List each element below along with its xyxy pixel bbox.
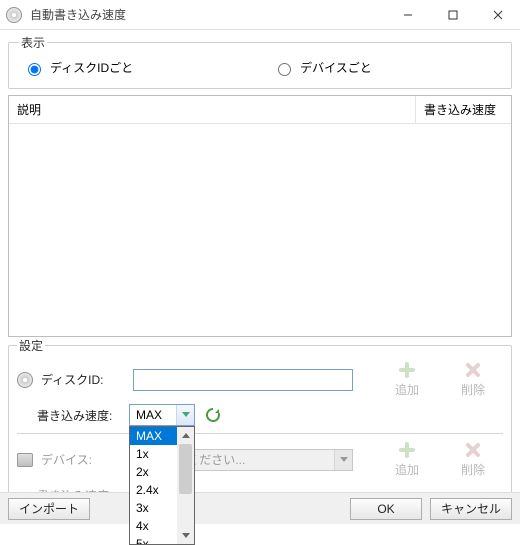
col-write-speed[interactable]: 書き込み速度 <box>416 96 511 123</box>
device-label: デバイス: <box>41 451 127 468</box>
radio-by-device[interactable]: デバイスごと <box>273 59 372 76</box>
list-body <box>9 124 511 336</box>
refresh-icon[interactable] <box>205 407 221 423</box>
dialog-buttons: インポート OK キャンセル <box>0 492 520 524</box>
ok-button[interactable]: OK <box>350 498 422 520</box>
add-button-2[interactable]: 追加 <box>377 441 437 478</box>
chevron-down-icon[interactable] <box>176 405 194 425</box>
speed-list[interactable]: 説明 書き込み速度 <box>8 95 512 337</box>
write-speed-row-1: 書き込み速度: MAX MAX1x2x2.4x3x4x5x <box>17 401 503 429</box>
settings-divider <box>17 433 503 434</box>
disc-id-input[interactable] <box>133 369 353 391</box>
col-description[interactable]: 説明 <box>9 96 416 123</box>
settings-legend: 設定 <box>17 337 45 354</box>
display-legend: 表示 <box>19 34 47 51</box>
drive-icon <box>17 453 33 467</box>
list-header: 説明 書き込み速度 <box>9 96 511 124</box>
app-icon <box>6 7 22 23</box>
chevron-down-icon <box>334 450 352 470</box>
disc-icon <box>17 372 33 388</box>
settings-group: 設定 ディスクID: 追加 削除 書き込み速度: <box>8 337 512 518</box>
add-label-2: 追加 <box>395 461 419 478</box>
cancel-button[interactable]: キャンセル <box>430 498 512 520</box>
dropdown-scrollbar[interactable] <box>177 427 194 544</box>
delete-label-2: 削除 <box>461 461 485 478</box>
scroll-up-icon[interactable] <box>177 427 194 444</box>
window-controls <box>385 0 520 29</box>
write-speed-combo-1[interactable]: MAX <box>129 404 195 426</box>
import-button[interactable]: インポート <box>8 498 90 520</box>
delete-label-1: 削除 <box>461 381 485 398</box>
delete-button-1[interactable]: 削除 <box>443 361 503 398</box>
disc-id-row: ディスクID: 追加 削除 <box>17 358 503 401</box>
write-speed-value-1: MAX <box>130 408 176 422</box>
title-bar: 自動書き込み速度 <box>0 0 520 30</box>
close-button[interactable] <box>475 0 520 29</box>
scroll-down-icon[interactable] <box>177 527 194 544</box>
radio-by-disc-id[interactable]: ディスクIDごと <box>23 59 133 76</box>
window-title: 自動書き込み速度 <box>30 6 126 23</box>
minimize-button[interactable] <box>385 0 430 29</box>
delete-button-2[interactable]: 削除 <box>443 441 503 478</box>
write-speed-dropdown[interactable]: MAX1x2x2.4x3x4x5x <box>129 426 195 545</box>
radio-by-device-label: デバイスごと <box>300 59 372 76</box>
display-group: 表示 ディスクIDごと デバイスごと <box>8 34 512 89</box>
add-button-1[interactable]: 追加 <box>377 361 437 398</box>
radio-by-device-input[interactable] <box>278 63 291 76</box>
write-speed-label-1: 書き込み速度: <box>37 407 123 424</box>
radio-by-disc-id-input[interactable] <box>28 63 41 76</box>
disc-id-label: ディスクID: <box>41 371 127 388</box>
add-label-1: 追加 <box>395 381 419 398</box>
scroll-thumb[interactable] <box>179 444 192 494</box>
device-row: デバイス: 選択してください... 追加 削除 <box>17 438 503 481</box>
radio-by-disc-id-label: ディスクIDごと <box>50 59 133 76</box>
maximize-button[interactable] <box>430 0 475 29</box>
